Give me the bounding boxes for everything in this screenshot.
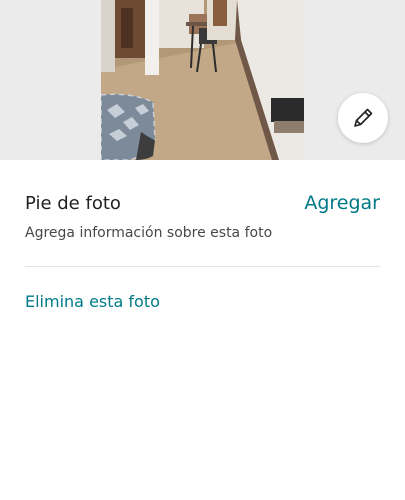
edit-photo-button[interactable] — [338, 93, 388, 143]
delete-photo-link[interactable]: Elimina esta foto — [25, 292, 160, 311]
add-caption-button[interactable]: Agregar — [304, 192, 380, 214]
photo-preview-area — [0, 0, 405, 160]
caption-subtitle: Agrega información sobre esta foto — [25, 225, 273, 241]
room-photo — [101, 0, 304, 160]
section-divider — [25, 266, 380, 267]
caption-title: Pie de foto — [25, 193, 121, 214]
pencil-icon — [354, 108, 373, 127]
